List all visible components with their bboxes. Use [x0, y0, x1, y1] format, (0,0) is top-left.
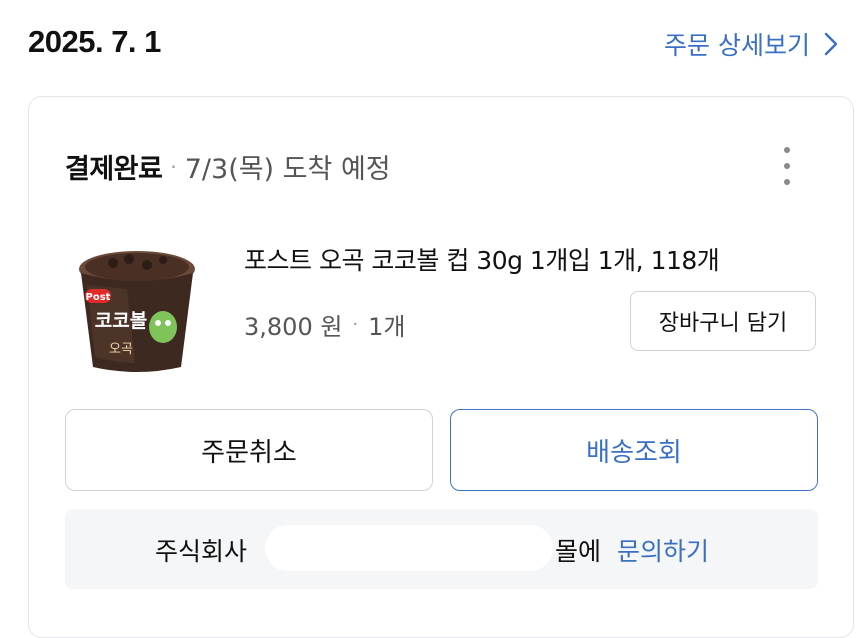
product-quantity: 1개: [368, 313, 406, 341]
inquiry-link[interactable]: 문의하기: [617, 532, 709, 568]
product-name[interactable]: 포스트 오곡 코코볼 컵 30g 1개입 1개, 118개: [244, 241, 720, 277]
seller-company-prefix: 주식회사: [155, 537, 248, 566]
cancel-order-button[interactable]: 주문취소: [65, 409, 433, 491]
add-to-cart-button[interactable]: 장바구니 담기: [630, 291, 816, 351]
status-separator: ·: [170, 154, 177, 179]
more-vertical-icon[interactable]: [779, 147, 795, 185]
order-card: 결제완료 · 7/3(목) 도착 예정 Post 코코볼 오곡 포스트 오곡 코…: [28, 96, 854, 638]
price-separator: ·: [352, 314, 359, 335]
status-label: 결제완료: [65, 154, 163, 185]
seller-mall-suffix: 몰에: [555, 537, 602, 566]
redacted-seller-name: [265, 525, 553, 571]
order-date: 2025. 7. 1: [28, 24, 161, 59]
track-delivery-button[interactable]: 배송조회: [450, 409, 818, 491]
thumbnail-sub: 오곡: [109, 342, 133, 357]
thumbnail-brand: Post: [86, 292, 111, 303]
price-row: 3,800 원 · 1개: [244, 307, 406, 342]
order-detail-label: 주문 상세보기: [664, 31, 810, 60]
product-price: 3,800 원: [244, 313, 343, 341]
product-thumbnail[interactable]: Post 코코볼 오곡: [77, 245, 197, 375]
thumbnail-title: 코코볼: [95, 310, 147, 332]
order-status: 결제완료 · 7/3(목) 도착 예정: [65, 147, 391, 186]
arrival-estimate: 7/3(목) 도착 예정: [184, 154, 391, 185]
chevron-right-icon: [824, 32, 838, 56]
order-detail-link[interactable]: 주문 상세보기: [664, 26, 838, 62]
seller-inquiry-bar: 주식회사 몰에 문의하기: [65, 509, 818, 589]
